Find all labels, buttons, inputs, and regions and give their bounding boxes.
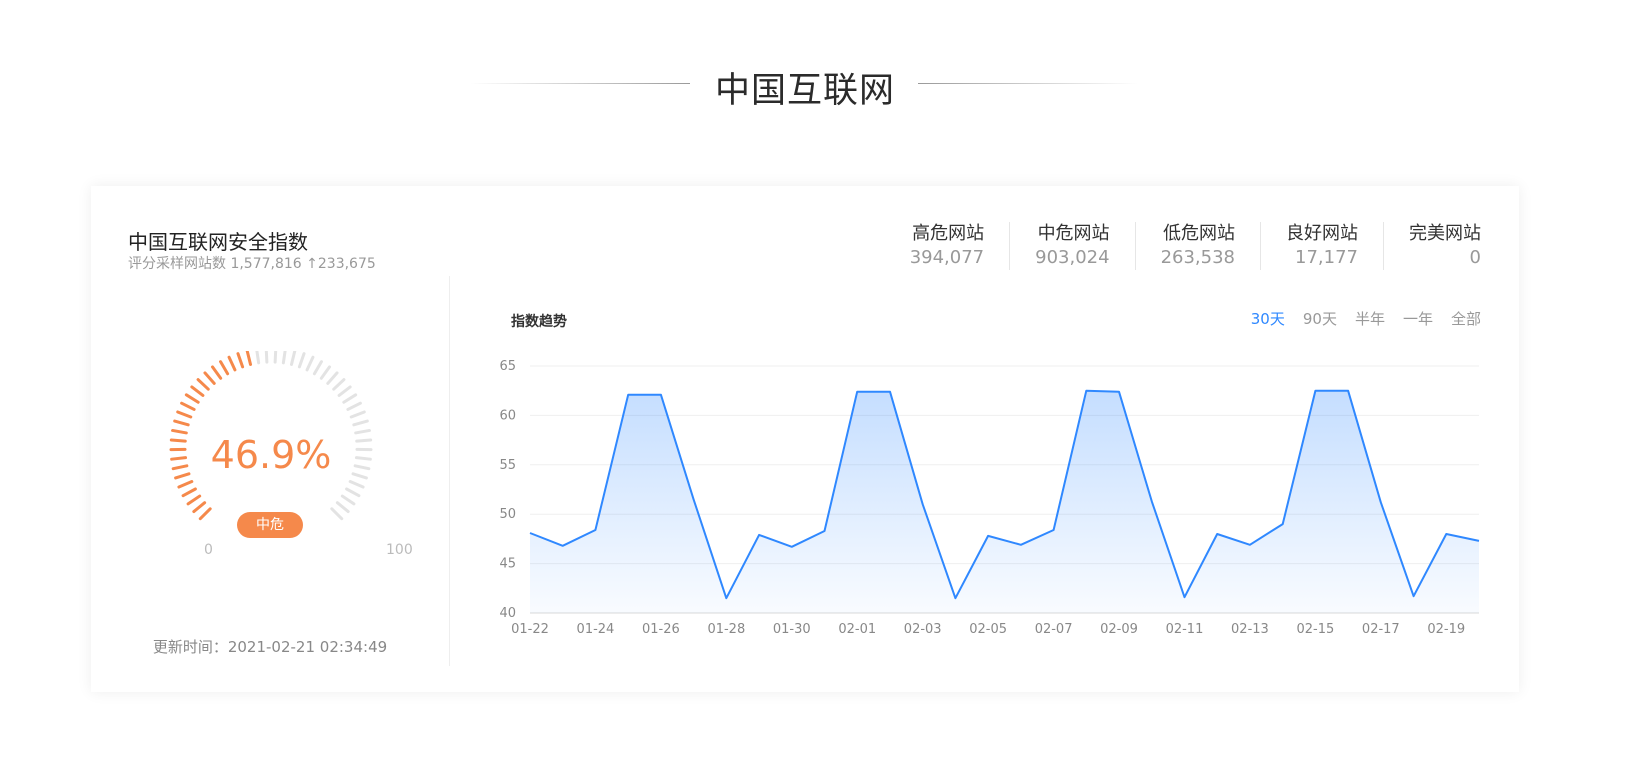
stat-perfect: 完美网站 0 <box>1383 222 1481 270</box>
stat-value: 903,024 <box>1035 247 1110 268</box>
stat-low-risk: 低危网站 263,538 <box>1134 222 1260 270</box>
security-gauge: 46.9% 中危 0 100 <box>161 346 413 561</box>
gauge-tick <box>345 487 361 498</box>
gauge-tick-active <box>173 419 190 427</box>
gauge-tick <box>342 393 358 404</box>
stat-value: 17,177 <box>1295 247 1358 268</box>
gauge-tick <box>352 419 369 427</box>
gauge-max-label: 100 <box>386 542 413 558</box>
page-title: 中国互联网 <box>714 71 895 111</box>
x-tick-label: 01-22 <box>511 622 549 637</box>
update-time: 更新时间：2021-02-21 02:34:49 <box>152 638 388 656</box>
trend-title: 指数趋势 <box>511 314 567 330</box>
y-tick-label: 55 <box>499 458 516 473</box>
gauge-tick-active <box>190 385 205 397</box>
gauge-tick <box>337 385 352 397</box>
x-tick-label: 02-03 <box>904 622 942 637</box>
stat-value: 0 <box>1469 247 1481 268</box>
x-tick-label: 01-24 <box>577 622 615 637</box>
y-tick-label: 65 <box>499 359 516 374</box>
stat-label: 高危网站 <box>912 223 985 244</box>
gauge-tick-active <box>176 410 193 419</box>
gauge-tick <box>281 347 287 365</box>
stat-value: 394,077 <box>909 247 985 268</box>
panel-divider <box>449 276 450 666</box>
gauge-tick-active <box>196 378 210 391</box>
x-tick-label: 02-15 <box>1296 622 1334 637</box>
card-subtitle: 评分采样网站数 1,577,816 ↑233,675 <box>128 256 376 272</box>
gauge-tick-active <box>245 349 253 366</box>
stat-medium-risk: 中危网站 903,024 <box>1009 222 1134 270</box>
x-tick-label: 01-26 <box>642 622 680 637</box>
x-tick-label: 02-07 <box>1035 622 1073 637</box>
range-half-year[interactable]: 半年 <box>1355 308 1385 329</box>
gauge-tick <box>264 346 269 364</box>
gauge-tick-active <box>186 494 202 506</box>
range-selector: 30天 90天 半年 一年 全部 <box>1233 308 1481 329</box>
trend-chart-svg: 40 45 50 55 60 65 01-22 01-24 01-26 01-28 01-30 02-… <box>499 359 1480 637</box>
trend-chart: 40 45 50 55 60 65 01-22 01-24 01-26 01-28 01-30 02-… <box>476 351 1486 661</box>
x-tick-label: 02-09 <box>1100 622 1138 637</box>
x-tick-label: 02-19 <box>1427 622 1465 637</box>
security-index-card: 中国互联网安全指数 评分采样网站数 1,577,816 ↑233,675 高危网… <box>91 186 1519 692</box>
gauge-tick <box>273 346 278 364</box>
stat-label: 低危网站 <box>1163 223 1235 244</box>
gauge-tick <box>346 401 362 411</box>
gauge-value: 46.9% <box>210 433 332 477</box>
x-tick-label: 02-13 <box>1231 622 1269 637</box>
gauge-tick <box>332 378 346 391</box>
range-90-days[interactable]: 90天 <box>1303 308 1337 329</box>
series-area <box>530 390 1479 613</box>
stat-value: 263,538 <box>1160 247 1235 268</box>
gauge-tick-active <box>219 360 230 376</box>
gauge-tick-active <box>181 487 197 498</box>
gauge-tick <box>326 371 339 385</box>
x-tick-label: 02-17 <box>1362 622 1400 637</box>
x-tick-label: 01-28 <box>707 622 745 637</box>
y-tick-label: 45 <box>499 557 516 572</box>
y-tick-label: 40 <box>499 606 516 621</box>
gauge-tick <box>335 501 350 514</box>
range-30-days[interactable]: 30天 <box>1251 308 1285 329</box>
gauge-tick <box>340 494 356 506</box>
gauge-tick <box>297 352 306 369</box>
gauge-tick <box>348 480 365 489</box>
gauge-min-label: 0 <box>204 542 213 558</box>
gauge-tick-active <box>236 352 245 369</box>
gauge-tick-active <box>198 507 212 521</box>
y-tick-label: 60 <box>499 408 516 423</box>
risk-level-badge: 中危 <box>237 512 303 538</box>
gauge-tick <box>349 410 366 419</box>
range-one-year[interactable]: 一年 <box>1403 308 1433 329</box>
x-tick-label: 01-30 <box>773 622 811 637</box>
gauge-tick-active <box>180 401 196 411</box>
gauge-tick <box>305 355 315 372</box>
y-tick-label: 50 <box>499 507 516 522</box>
stat-good: 良好网站 17,177 <box>1260 222 1383 270</box>
site-stats: 高危网站 394,077 中危网站 903,024 低危网站 263,538 良… <box>885 222 1481 270</box>
gauge-tick-active <box>210 365 223 380</box>
title-divider-left <box>470 83 690 84</box>
x-tick-label: 02-05 <box>969 622 1007 637</box>
x-tick-label: 02-01 <box>838 622 876 637</box>
gauge-tick <box>330 507 344 521</box>
gauge-tick <box>312 360 323 376</box>
gauge-tick-active <box>177 480 194 489</box>
stat-label: 完美网站 <box>1409 223 1481 244</box>
stat-label: 中危网站 <box>1037 223 1110 244</box>
gauge-tick <box>319 365 332 380</box>
gauge-tick-active <box>192 501 207 514</box>
range-all[interactable]: 全部 <box>1451 308 1481 329</box>
stat-high-risk: 高危网站 394,077 <box>885 222 1009 270</box>
gauge-tick-active <box>184 393 200 404</box>
gauge-tick-active <box>203 371 216 385</box>
gauge-tick-active <box>227 355 237 372</box>
gauge-tick <box>255 347 261 365</box>
x-tick-label: 02-11 <box>1166 622 1204 637</box>
gauge-tick <box>289 349 297 366</box>
card-title: 中国互联网安全指数 <box>128 230 308 254</box>
stat-label: 良好网站 <box>1286 223 1358 244</box>
title-divider-right <box>918 83 1138 84</box>
page-header: 中国互联网 <box>0 58 1649 111</box>
